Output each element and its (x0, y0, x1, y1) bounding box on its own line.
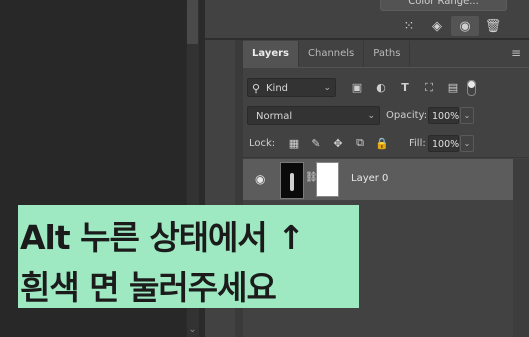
visibility-eye-icon[interactable]: ◉ (255, 172, 265, 186)
opacity-input[interactable]: 100% (428, 107, 459, 124)
layers-list-divider (243, 157, 529, 158)
lock-image-pixels-icon[interactable]: ✎ (305, 135, 327, 151)
eye-icon[interactable]: ◉ (451, 16, 479, 36)
lock-all-icon[interactable]: 🔒 (371, 135, 393, 151)
panel-separator (205, 38, 529, 40)
fill-input[interactable]: 100% (428, 135, 459, 152)
lock-controls: ▦ ✎ ✥ ⧉ 🔒 (283, 135, 393, 151)
pixel-layer-filter-icon[interactable]: ▣ (345, 78, 369, 97)
selection-dots-icon[interactable]: ⁙ (395, 16, 423, 36)
properties-toolbar: ⁙ ◈ ◉ 🗑 (395, 16, 507, 36)
tab-layers[interactable]: Layers (243, 41, 299, 67)
filter-toggle-switch[interactable] (467, 79, 476, 96)
smart-object-filter-icon[interactable]: ▤ (441, 78, 465, 97)
chevron-down-icon: ⌄ (323, 83, 331, 93)
filter-kind-value: Kind (266, 83, 289, 94)
lock-label: Lock: (249, 138, 276, 149)
layer-mask-thumbnail[interactable] (316, 162, 339, 197)
lock-position-icon[interactable]: ✥ (327, 135, 349, 151)
layer-thumbnail[interactable] (280, 162, 304, 199)
fill-chevron-icon[interactable]: ⌄ (460, 135, 474, 152)
layer-name[interactable]: Layer 0 (351, 173, 388, 184)
panel-menu-icon[interactable]: ≡ (511, 46, 521, 60)
tab-channels[interactable]: Channels (299, 41, 365, 67)
panel-tabs: Layers Channels Paths (243, 41, 411, 67)
opacity-label: Opacity: (386, 110, 428, 121)
color-range-button[interactable]: Color Range... (380, 0, 507, 11)
layer-mask-icon[interactable]: ◈ (423, 16, 451, 36)
tabs-divider (243, 67, 529, 68)
opacity-chevron-icon[interactable]: ⌄ (460, 107, 474, 124)
scroll-down-arrow-icon[interactable]: ⌄ (186, 322, 199, 337)
blend-mode-value: Normal (256, 111, 293, 122)
tab-paths[interactable]: Paths (364, 41, 411, 67)
fill-label: Fill: (409, 138, 426, 149)
layer-row[interactable]: ◉ ⛓ Layer 0 (243, 159, 513, 200)
blend-mode-dropdown[interactable]: Normal ⌄ (247, 106, 380, 125)
shape-layer-filter-icon[interactable]: ⛶ (417, 78, 441, 97)
caption-line-2: 흰색 면 눌러주세요 (20, 268, 277, 307)
adjustment-layer-filter-icon[interactable]: ◐ (369, 78, 393, 97)
layer-filter-icons: ▣ ◐ T ⛶ ▤ (345, 78, 476, 97)
scrollbar-thumb[interactable] (187, 0, 198, 44)
trash-icon[interactable]: 🗑 (479, 16, 507, 36)
lock-transparent-pixels-icon[interactable]: ▦ (283, 135, 305, 151)
lock-artboard-icon[interactable]: ⧉ (349, 135, 371, 151)
layers-scrollbar[interactable] (513, 159, 529, 337)
instruction-caption: Alt 누른 상태에서 ↑ 흰색 면 눌러주세요 (18, 205, 359, 308)
chevron-down-icon: ⌄ (367, 111, 375, 121)
type-layer-filter-icon[interactable]: T (393, 78, 417, 97)
caption-line-1: Alt 누른 상태에서 ↑ (20, 218, 305, 257)
search-icon: ⚲ (252, 82, 261, 95)
filter-kind-dropdown[interactable]: ⚲ Kind ⌄ (247, 78, 336, 97)
